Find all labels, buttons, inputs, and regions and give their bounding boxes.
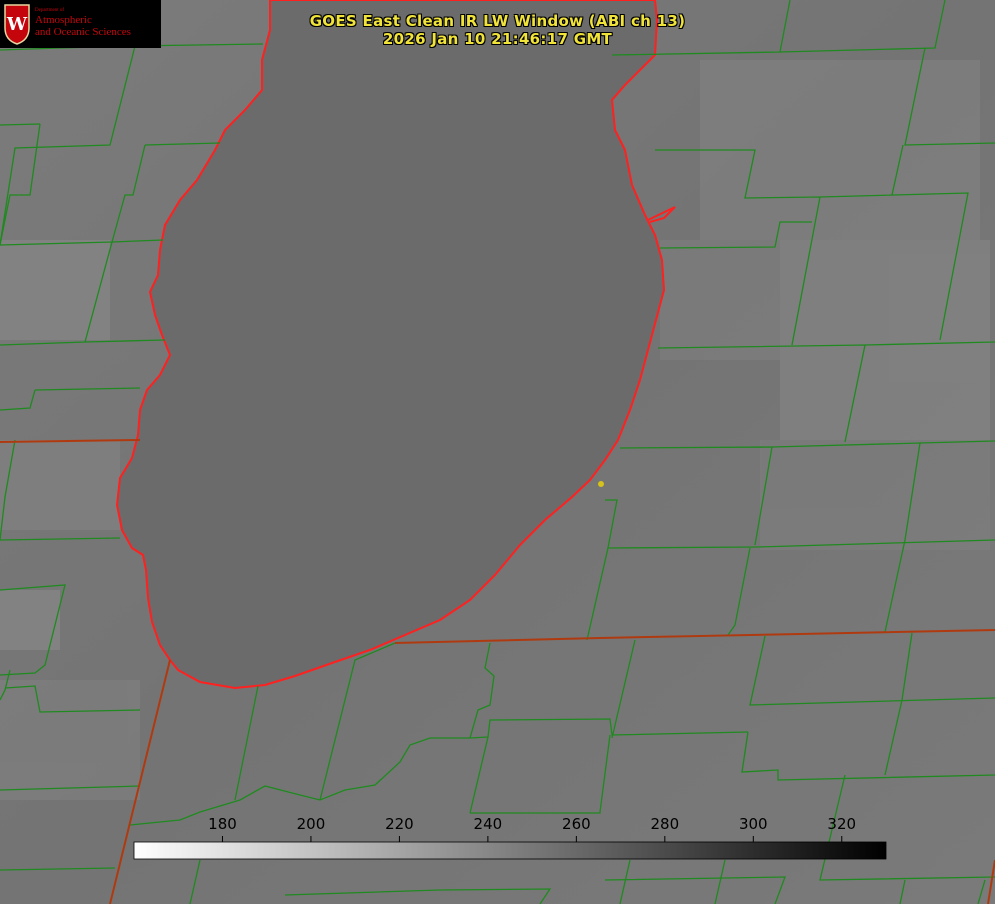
colorbar-tick-label: 320 [827,815,857,833]
aos-logo[interactable]: W Department of Atmospheric and Oceanic … [0,0,161,48]
satellite-map-view[interactable]: 180 200 220 240 260 280 300 320 GOES East Clean… [0,0,995,904]
colorbar-tick-label: 220 [385,815,414,833]
svg-text:W: W [6,14,28,35]
colorbar-tick-label: 240 [473,815,503,833]
colorbar-tick-label: 280 [650,815,680,833]
uw-seal-icon: W [4,4,30,45]
colorbar-tick-label: 200 [296,815,326,833]
map-canvas[interactable] [0,0,995,904]
colorbar-tick-label: 180 [208,815,237,833]
logo-line-2: and Oceanic Sciences [35,26,131,38]
logo-line-1: Atmospheric [35,14,92,26]
colorbar-gradient [133,841,887,860]
colorbar-tick-label: 260 [562,815,591,833]
station-dot-icon[interactable] [598,481,604,487]
colorbar-tick-label: 300 [738,815,768,833]
